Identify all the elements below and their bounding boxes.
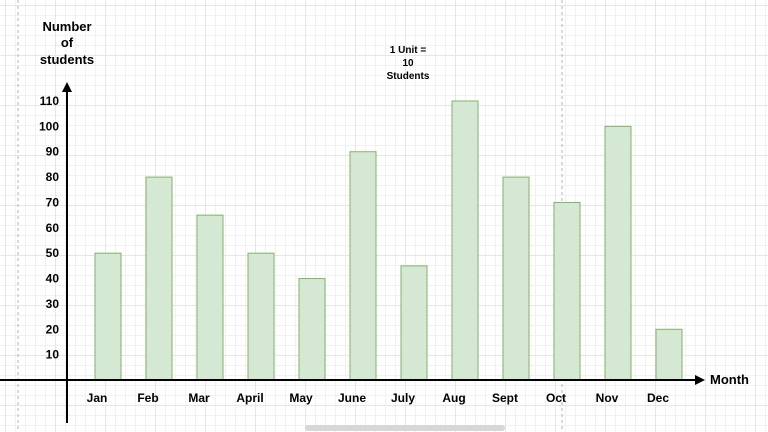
bar-sept <box>502 176 530 381</box>
x-axis-arrow <box>695 375 705 385</box>
x-tick-label: May <box>289 391 313 405</box>
x-tick-label: June <box>338 391 366 405</box>
y-tick-label: 110 <box>40 94 60 108</box>
y-axis-arrow <box>62 82 72 92</box>
bar-jan <box>94 252 122 381</box>
y-tick-label: 90 <box>46 145 60 159</box>
y-tick-label: 80 <box>46 170 60 184</box>
bar-july <box>400 265 428 381</box>
y-axis-title-line-1: Number <box>42 19 91 34</box>
y-tick-label: 100 <box>39 119 59 133</box>
y-axis-title-line-2: of <box>61 35 74 50</box>
y-tick-label: 70 <box>46 195 60 209</box>
x-tick-label: Oct <box>546 391 566 405</box>
bar-may <box>298 278 326 381</box>
x-tick-label: July <box>391 391 415 405</box>
x-tick-label: Jan <box>87 391 108 405</box>
unit-note-line-1: 1 Unit = <box>390 45 427 56</box>
bar-april <box>247 252 275 381</box>
y-tick-label: 20 <box>46 322 60 336</box>
x-tick-label: Mar <box>188 391 210 405</box>
y-tick-label: 10 <box>46 348 60 362</box>
x-tick-label: April <box>236 391 263 405</box>
x-tick-label: Aug <box>442 391 465 405</box>
y-tick-label: 50 <box>46 246 60 260</box>
bar-mar <box>196 214 224 381</box>
x-category-labels: Jan Feb Mar April May June July Aug Sept Oct Nov De… <box>87 391 670 405</box>
unit-note-line-3: Students <box>387 71 430 82</box>
x-tick-label: Nov <box>596 391 619 405</box>
bar-aug <box>451 100 479 381</box>
bars <box>94 100 683 381</box>
bar-chart: 10 20 30 40 50 60 70 80 90 100 110 Jan Feb Mar April M… <box>0 0 749 432</box>
bar-oct <box>553 201 581 381</box>
horizontal-scrollbar[interactable] <box>305 425 505 431</box>
x-tick-label: Dec <box>647 391 669 405</box>
bar-june <box>349 151 377 381</box>
unit-note-line-2: 10 <box>402 58 414 69</box>
bar-feb <box>145 176 173 381</box>
x-tick-label: Sept <box>492 391 518 405</box>
y-tick-label: 40 <box>46 272 60 286</box>
bar-dec <box>655 328 683 381</box>
y-tick-label: 30 <box>46 297 60 311</box>
y-tick-label: 60 <box>46 221 60 235</box>
x-axis-title: Month <box>710 372 749 387</box>
y-tick-labels: 10 20 30 40 50 60 70 80 90 100 110 <box>39 94 59 362</box>
y-axis-title-line-3: students <box>40 52 94 67</box>
x-tick-label: Feb <box>137 391 158 405</box>
bar-nov <box>604 125 632 381</box>
